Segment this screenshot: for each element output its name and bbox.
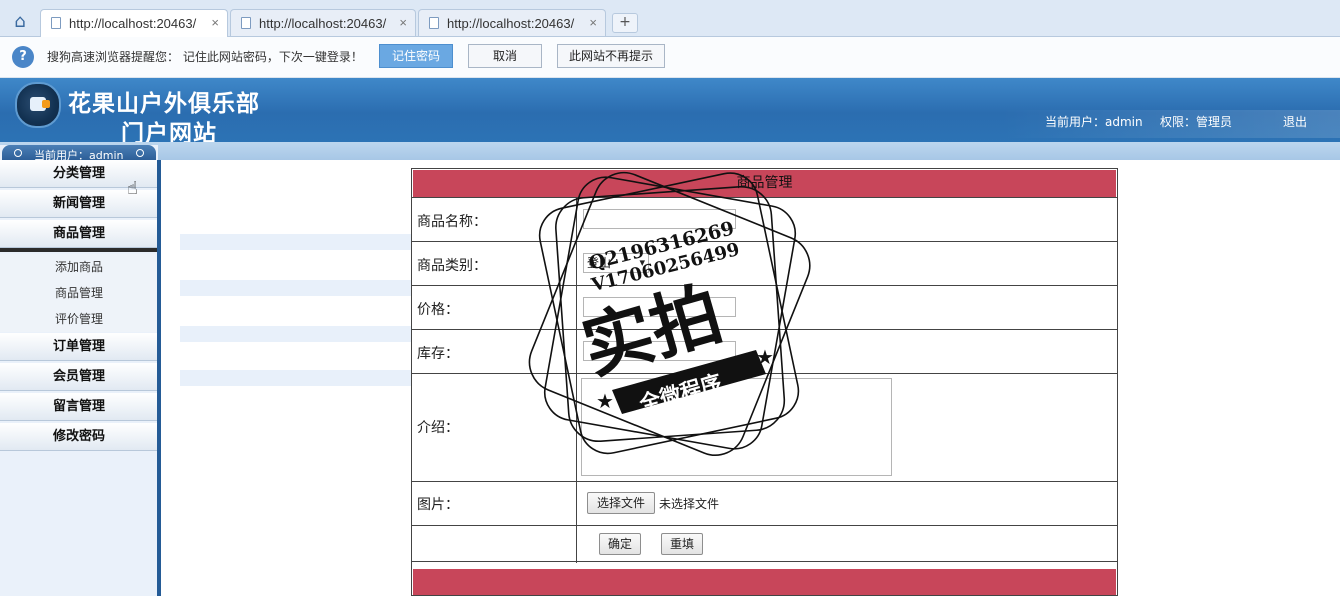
- browser-tab-bar: ⌂ http://localhost:20463/ × http://local…: [0, 0, 1340, 37]
- form-row-price: 价格：: [412, 285, 1117, 329]
- sidebar-user-label: 当前用户：admin: [34, 149, 124, 160]
- close-icon[interactable]: ×: [589, 15, 597, 30]
- form-footer-bar: [413, 569, 1116, 595]
- tab-title: http://localhost:20463/: [69, 16, 197, 31]
- confirm-button[interactable]: 确定: [599, 533, 641, 555]
- page-icon: [429, 17, 439, 29]
- sidebar: 当前用户：admin 分类管理 新闻管理 商品管理 添加商品 商品管理 评价管理…: [0, 145, 158, 596]
- reset-button[interactable]: 重填: [661, 533, 703, 555]
- category-label: 商品类别：: [417, 258, 487, 274]
- remember-password-button[interactable]: 记住密码: [379, 44, 453, 68]
- form-row-intro: 介绍：: [412, 373, 1117, 481]
- stock-label: 库存：: [417, 346, 459, 362]
- sidebar-item-products[interactable]: 商品管理: [0, 220, 158, 248]
- choose-file-button[interactable]: 选择文件: [587, 492, 655, 514]
- tab-title: http://localhost:20463/: [259, 16, 387, 31]
- close-icon[interactable]: ×: [399, 15, 407, 30]
- site-title: 花果山户外俱乐部: [68, 90, 260, 117]
- sidebar-user-pill: 当前用户：admin: [2, 145, 156, 160]
- password-reminder-message: 搜狗高速浏览器提醒您： 记住此网站密码，下次一键登录！: [47, 50, 363, 64]
- form-row-spacer: [412, 561, 1117, 569]
- form-heading: 商品管理: [413, 170, 1116, 197]
- intro-textarea[interactable]: [581, 378, 892, 476]
- new-tab-button[interactable]: +: [612, 13, 638, 33]
- image-label: 图片：: [417, 497, 459, 513]
- product-name-input[interactable]: [583, 209, 736, 229]
- intro-label: 介绍：: [417, 420, 459, 436]
- form-row-category: 商品类别： 登山: [412, 241, 1117, 285]
- sidebar-item-members[interactable]: 会员管理: [0, 363, 158, 391]
- form-row-stock: 库存：: [412, 329, 1117, 373]
- sidebar-item-change-password[interactable]: 修改密码: [0, 423, 158, 451]
- page-icon: [241, 17, 251, 29]
- home-icon[interactable]: ⌂: [10, 12, 30, 32]
- price-label: 价格：: [417, 302, 459, 318]
- browser-tab-2[interactable]: http://localhost:20463/ ×: [230, 9, 416, 36]
- close-icon[interactable]: ×: [211, 15, 219, 30]
- no-file-text: 未选择文件: [659, 497, 720, 511]
- product-form: 商品管理 商品名称： 商品类别： 登山 价格： 库存： 介绍： 图片： 选择文件…: [411, 168, 1118, 596]
- sidebar-item-messages[interactable]: 留言管理: [0, 393, 158, 421]
- password-reminder-bar: ? 搜狗高速浏览器提醒您： 记住此网站密码，下次一键登录！ 记住密码 取消 此网…: [0, 37, 1340, 78]
- form-row-image: 图片： 选择文件 未选择文件: [412, 481, 1117, 525]
- menu-divider: [0, 248, 158, 252]
- site-logo: [15, 82, 61, 128]
- form-row-actions: 确定 重填: [412, 525, 1117, 563]
- cancel-button[interactable]: 取消: [468, 44, 542, 68]
- sidebar-subitem-manage-products[interactable]: 商品管理: [0, 280, 158, 306]
- browser-tab-3[interactable]: http://localhost:20463/ ×: [418, 9, 606, 36]
- form-row-name: 商品名称：: [412, 197, 1117, 241]
- price-input[interactable]: [583, 297, 736, 317]
- site-header: 花果山户外俱乐部 门户网站 当前用户：admin 权限：管理员 退出: [0, 78, 1340, 147]
- sidebar-item-orders[interactable]: 订单管理: [0, 333, 158, 361]
- sidebar-subitem-add-product[interactable]: 添加商品: [0, 254, 158, 280]
- category-select[interactable]: 登山: [583, 253, 649, 273]
- role-label: 权限：管理员: [1160, 115, 1233, 129]
- current-user-label: 当前用户：admin: [1045, 115, 1143, 129]
- hand-cursor-icon: ☝: [127, 178, 138, 199]
- name-label: 商品名称：: [417, 214, 487, 230]
- tab-title: http://localhost:20463/: [447, 16, 575, 31]
- stock-input[interactable]: [583, 341, 736, 361]
- sidebar-subitem-reviews[interactable]: 评价管理: [0, 306, 158, 332]
- never-remind-button[interactable]: 此网站不再提示: [557, 44, 665, 68]
- browser-tab-1[interactable]: http://localhost:20463/ ×: [40, 9, 228, 37]
- header-subbar: [0, 142, 1340, 160]
- page-icon: [51, 17, 61, 29]
- info-icon: ?: [12, 46, 34, 68]
- logout-link[interactable]: 退出: [1283, 113, 1307, 130]
- sidebar-border: [157, 160, 161, 596]
